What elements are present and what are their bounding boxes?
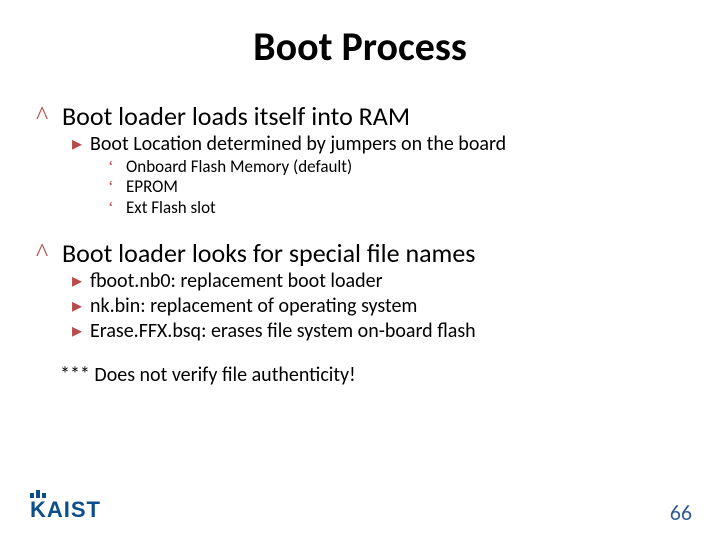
bullet-level1: ^Boot loader looks for special file name… bbox=[36, 239, 682, 268]
bullet-level3: ‘Onboard Flash Memory (default) bbox=[108, 157, 682, 177]
level2-text: nk.bin: replacement of operating system bbox=[90, 294, 417, 318]
bullet-level2: ▸fboot.nb0: replacement boot loader bbox=[72, 270, 682, 293]
bullet-level2: ▸Boot Location determined by jumpers on … bbox=[72, 133, 682, 156]
kaist-logo: KAIST bbox=[30, 490, 140, 520]
triangle-icon: ▸ bbox=[72, 320, 90, 343]
level2-text: fboot.nb0: replacement boot loader bbox=[90, 269, 383, 293]
spacer bbox=[36, 217, 682, 235]
bullet-level3: ‘EPROM bbox=[108, 177, 682, 197]
level3-text: Ext Flash slot bbox=[126, 197, 216, 218]
leo-icon: ‘ bbox=[108, 198, 126, 218]
level2-text: Erase.FFX.bsq: erases file system on-boa… bbox=[90, 319, 476, 343]
warning-note: *** Does not verify file authenticity! bbox=[60, 363, 682, 387]
aries-icon: ^ bbox=[36, 102, 62, 131]
triangle-icon: ▸ bbox=[72, 133, 90, 156]
triangle-icon: ▸ bbox=[72, 295, 90, 318]
level1-text: Boot loader looks for special file names bbox=[62, 237, 475, 269]
page-number: 66 bbox=[670, 499, 692, 526]
bullet-level2: ▸Erase.FFX.bsq: erases file system on-bo… bbox=[72, 320, 682, 343]
leo-icon: ‘ bbox=[108, 177, 126, 197]
level2-text: Boot Location determined by jumpers on t… bbox=[90, 132, 506, 156]
leo-icon: ‘ bbox=[108, 157, 126, 177]
slide: Boot Process ^Boot loader loads itself i… bbox=[0, 0, 720, 540]
level1-text: Boot loader loads itself into RAM bbox=[62, 100, 410, 132]
aries-icon: ^ bbox=[36, 239, 62, 268]
triangle-icon: ▸ bbox=[72, 270, 90, 293]
page-title: Boot Process bbox=[0, 22, 720, 71]
level3-text: EPROM bbox=[126, 176, 178, 197]
slide-body: ^Boot loader loads itself into RAM ▸Boot… bbox=[36, 98, 682, 387]
bullet-level2: ▸nk.bin: replacement of operating system bbox=[72, 295, 682, 318]
logo-text: KAIST bbox=[30, 497, 101, 520]
bullet-level1: ^Boot loader loads itself into RAM bbox=[36, 102, 682, 131]
bullet-level3: ‘Ext Flash slot bbox=[108, 198, 682, 218]
level3-text: Onboard Flash Memory (default) bbox=[126, 156, 352, 177]
